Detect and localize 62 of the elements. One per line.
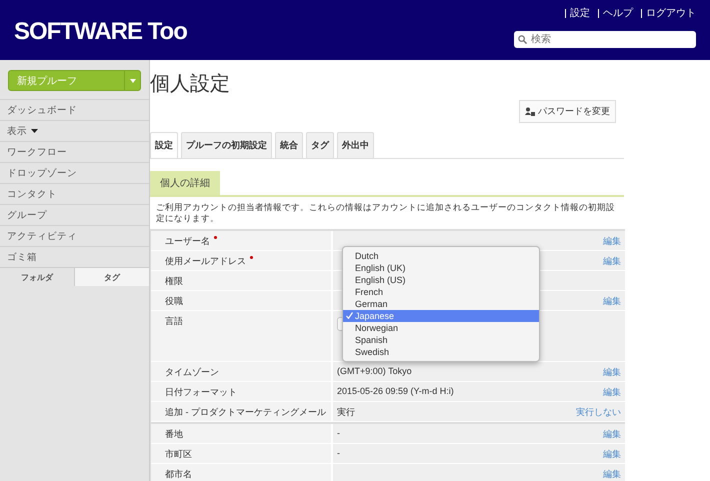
language-option[interactable]: Dutch [343, 250, 539, 262]
field-label: 権限 [165, 276, 183, 286]
edit-link[interactable]: 編集 [603, 235, 621, 250]
header-link[interactable]: ログアウト [646, 6, 696, 20]
field-label: 番地 [165, 429, 183, 439]
settings-tab[interactable]: 外出中 [337, 132, 374, 158]
sidebar-item[interactable]: ダッシュボード [7, 104, 77, 116]
edit-link[interactable]: 編集 [603, 255, 621, 270]
header-link[interactable]: 設定 [570, 6, 590, 20]
edit-link[interactable]: 編集 [603, 468, 621, 481]
sidebar-item[interactable]: グループ [7, 208, 47, 222]
logo: SOFTWARE Too [14, 18, 187, 46]
change-password-button[interactable]: パスワードを変更 [519, 100, 616, 123]
language-option[interactable]: Spanish [343, 334, 539, 346]
checkmark-icon [346, 312, 353, 319]
user-lock-icon [525, 107, 535, 116]
sidebar-item[interactable]: ワークフロー [7, 146, 67, 158]
sidebar-item[interactable]: 表示 [7, 124, 27, 138]
field-label: ユーザー名 [165, 236, 210, 246]
edit-link[interactable]: 編集 [603, 295, 621, 310]
edit-link[interactable]: 編集 [603, 386, 621, 401]
caret-icon[interactable] [31, 129, 38, 133]
field-label: 市町区 [165, 449, 192, 459]
sidebar-item[interactable]: アクティビティ [7, 230, 77, 242]
settings-tab[interactable]: 設定 [150, 132, 178, 158]
settings-tab[interactable]: プルーフの初期設定 [181, 132, 272, 158]
language-option[interactable]: English (UK) [343, 262, 539, 274]
language-option[interactable]: Japanese [343, 310, 539, 322]
search-icon [518, 35, 527, 44]
settings-tab[interactable]: 統合 [275, 132, 303, 158]
language-option[interactable]: Norwegian [343, 322, 539, 334]
field-label: 都市名 [165, 469, 192, 479]
field-label: 言語 [165, 316, 183, 326]
language-option[interactable]: German [343, 298, 539, 310]
sidebar-item[interactable]: ゴミ箱 [7, 250, 37, 264]
language-option[interactable]: French [343, 286, 539, 298]
field-value: 実行 [337, 406, 355, 419]
field-label: 追加 - プロダクトマーケティングメール [165, 407, 326, 417]
caret-icon [130, 78, 136, 82]
field-value: - [337, 448, 340, 460]
sidebar-item[interactable]: ドロップゾーン [7, 166, 77, 180]
field-label: 使用メールアドレス [165, 256, 246, 266]
page-title: 個人設定 [150, 73, 230, 95]
field-value: 2015-05-26 09:59 (Y-m-d H:i) [337, 386, 454, 398]
section-header: 個人の詳細 [150, 171, 220, 195]
header-link[interactable]: ヘルプ [603, 6, 633, 20]
language-option[interactable]: English (US) [343, 274, 539, 286]
field-value: - [337, 428, 340, 440]
sidebar-tab[interactable]: タグ [74, 268, 149, 286]
edit-link[interactable]: 編集 [603, 448, 621, 463]
field-label: 役職 [165, 296, 183, 306]
field-label: 日付フォーマット [165, 387, 237, 397]
edit-link[interactable]: 実行しない [576, 406, 621, 421]
edit-link[interactable]: 編集 [603, 366, 621, 381]
search-box[interactable]: 検索 [514, 31, 696, 48]
language-option[interactable]: Swedish [343, 346, 539, 358]
sidebar-item[interactable]: コンタクト [7, 188, 57, 200]
field-label: タイムゾーン [165, 367, 219, 377]
field-value: (GMT+9:00) Tokyo [337, 366, 412, 378]
edit-link[interactable]: 編集 [603, 428, 621, 443]
settings-tab[interactable]: タグ [306, 132, 334, 158]
description-text: ご利用アカウントの担当者情報です。これらの情報はアカウントに追加されるユーザーのコンタクト情報の初期設定になります。 [155, 201, 616, 225]
